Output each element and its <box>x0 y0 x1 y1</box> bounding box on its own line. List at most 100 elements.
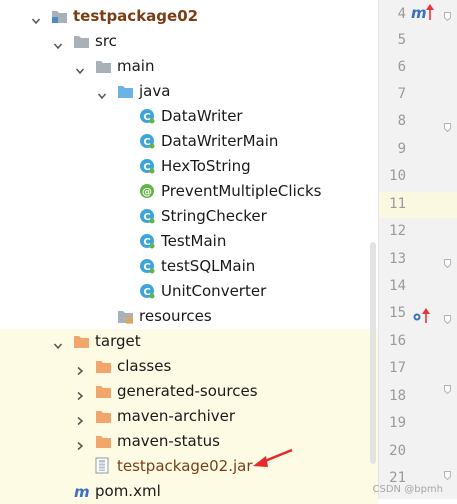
tree-item-label: main <box>117 57 155 75</box>
line-number: 19 <box>389 415 406 431</box>
java-class-icon: C <box>139 108 155 124</box>
tree-item-label: DataWriterMain <box>161 132 279 150</box>
tree-item[interactable]: C HexToString <box>0 154 378 179</box>
tree-item-label: TestMain <box>161 232 227 250</box>
excluded-folder-icon <box>95 434 112 449</box>
watermark: CSDN @bpmh <box>372 484 443 495</box>
red-annotation-arrow-icon <box>253 448 293 467</box>
project-tree: testpackage02 src main java C DataWriter C Data… <box>0 0 378 504</box>
tree-item[interactable]: C StringChecker <box>0 204 378 229</box>
tree-item[interactable]: target <box>0 329 378 354</box>
tree-item[interactable]: @ PreventMultipleClicks <box>0 179 378 204</box>
line-number: 15 <box>389 305 406 321</box>
tree-item-label: HexToString <box>161 157 251 175</box>
chevron-right-icon[interactable] <box>75 411 85 426</box>
line-number: 8 <box>397 113 406 129</box>
tree-item[interactable]: CtestSQLMain <box>0 254 378 279</box>
tree-item[interactable]: C TestMain <box>0 229 378 254</box>
tree-item[interactable]: maven-status <box>0 429 378 454</box>
tree-item[interactable]: src <box>0 29 378 54</box>
chevron-down-icon[interactable] <box>97 86 107 100</box>
tree-item-label: StringChecker <box>161 207 267 225</box>
tree-item-label: testpackage02.jar <box>117 457 253 475</box>
annotation-icon: @ <box>139 183 155 199</box>
svg-text:m: m <box>411 4 427 22</box>
line-number: 10 <box>389 168 406 184</box>
chevron-right-icon[interactable] <box>75 386 85 401</box>
line-number: 13 <box>389 251 406 267</box>
line-number: 9 <box>397 141 406 157</box>
java-class-icon: C <box>139 233 155 249</box>
line-number: 18 <box>389 388 406 404</box>
tree-item[interactable]: java <box>0 79 378 104</box>
line-number: 17 <box>389 360 406 376</box>
excluded-folder-icon <box>95 359 112 374</box>
line-number: 16 <box>389 333 406 349</box>
line-number: 12 <box>389 223 406 239</box>
folder-icon <box>95 59 112 74</box>
fold-marker-icon[interactable] <box>444 253 451 269</box>
tree-item[interactable]: testpackage02 <box>0 4 378 29</box>
line-number: 7 <box>397 86 406 102</box>
tree-item-label: pom.xml <box>95 482 161 500</box>
tree-item[interactable]: C DataWriter <box>0 104 378 129</box>
chevron-right-icon[interactable] <box>75 436 85 451</box>
overrides-gutter-icon[interactable] <box>412 307 432 329</box>
fold-marker-icon[interactable] <box>444 465 451 481</box>
tree-item[interactable]: m pom.xml <box>0 479 378 504</box>
tree-item[interactable]: main <box>0 54 378 79</box>
module-folder-icon <box>51 9 68 24</box>
chevron-down-icon[interactable] <box>31 11 41 25</box>
line-number: 20 <box>389 443 406 459</box>
jar-file-icon <box>95 457 111 474</box>
tree-item-label: DataWriter <box>161 107 243 125</box>
folder-icon <box>73 34 90 49</box>
chevron-down-icon[interactable] <box>53 36 63 50</box>
maven-override-gutter-icon[interactable]: m <box>411 3 435 27</box>
tree-item[interactable]: C DataWriterMain <box>0 129 378 154</box>
java-class-icon: C <box>139 133 155 149</box>
tree-item-label: java <box>139 82 171 100</box>
tree-item-label: maven-archiver <box>117 407 236 425</box>
source-root-folder-icon <box>117 84 134 99</box>
tree-item-label: PreventMultipleClicks <box>161 182 322 200</box>
fold-marker-icon[interactable] <box>444 309 451 325</box>
line-number: 4 <box>397 6 406 22</box>
java-class-icon: C <box>139 283 155 299</box>
resources-folder-icon <box>117 309 134 324</box>
java-class-icon: C <box>139 258 155 274</box>
gutter-divider <box>378 0 379 499</box>
svg-text:m: m <box>74 484 90 499</box>
tree-item[interactable]: maven-archiver <box>0 404 378 429</box>
tree-item-label: testSQLMain <box>161 257 256 275</box>
tree-item[interactable]: resources <box>0 304 378 329</box>
tree-item-label: target <box>95 332 141 350</box>
tree-item-label: resources <box>139 307 212 325</box>
java-class-icon: C <box>139 208 155 224</box>
line-number: 6 <box>397 59 406 75</box>
line-number: 14 <box>389 278 406 294</box>
scrollbar-thumb[interactable] <box>370 242 376 464</box>
tree-item-label: maven-status <box>117 432 220 450</box>
chevron-down-icon[interactable] <box>53 336 63 350</box>
tree-item-label: src <box>95 32 117 50</box>
excluded-folder-icon <box>95 384 112 399</box>
tree-item-label: classes <box>117 357 172 375</box>
fold-marker-icon[interactable] <box>444 117 451 133</box>
tree-item[interactable]: generated-sources <box>0 379 378 404</box>
fold-marker-icon[interactable] <box>444 379 451 395</box>
chevron-right-icon[interactable] <box>75 361 85 376</box>
maven-file-icon: m <box>73 483 90 501</box>
excluded-folder-icon <box>95 409 112 424</box>
java-class-icon: C <box>139 158 155 174</box>
tree-item[interactable]: testpackage02.jar <box>0 454 378 479</box>
tree-item-label: UnitConverter <box>161 282 267 300</box>
tree-item[interactable]: C UnitConverter <box>0 279 378 304</box>
fold-marker-icon[interactable] <box>444 6 451 22</box>
tree-item[interactable]: classes <box>0 354 378 379</box>
tree-item-label: generated-sources <box>117 382 258 400</box>
line-number: 5 <box>397 32 406 48</box>
chevron-down-icon[interactable] <box>75 61 85 75</box>
svg-text:@: @ <box>142 187 152 198</box>
line-number: 11 <box>389 196 406 212</box>
